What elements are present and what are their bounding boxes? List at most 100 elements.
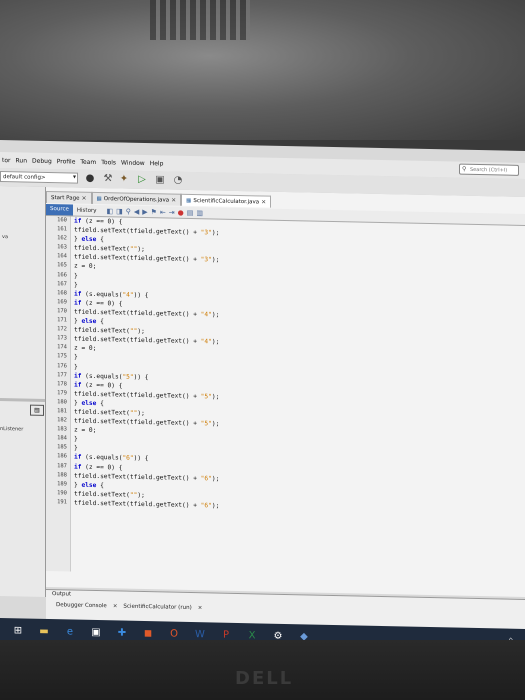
close-icon[interactable]: × — [113, 603, 118, 609]
store-icon[interactable]: ▣ — [90, 627, 102, 639]
search-input[interactable]: ⚲ Search (Ctrl+I) — [459, 163, 519, 176]
navigator-icon[interactable]: ▤ — [30, 404, 44, 416]
clean-build-icon[interactable]: ✦ — [118, 173, 130, 185]
code-editor: Start Page × ▦ OrderOfOperations.java × … — [46, 186, 525, 597]
toggle-bookmark-icon[interactable]: ⚑ — [151, 208, 157, 216]
photo-background — [0, 0, 525, 140]
line-number: 171 — [57, 317, 67, 324]
code-text: z = 0; — [74, 426, 97, 435]
shift-left-icon[interactable]: ⇤ — [160, 208, 166, 216]
close-icon[interactable]: × — [261, 198, 266, 205]
line-number: 182 — [57, 417, 67, 424]
line-number: 179 — [57, 389, 67, 397]
line-number: 188 — [57, 471, 67, 479]
line-number: 178 — [57, 380, 67, 388]
menu-item-tools[interactable]: Tools — [101, 159, 116, 166]
history-tab[interactable]: History — [73, 207, 101, 214]
line-number: 169 — [57, 299, 67, 306]
find-prev-icon[interactable]: ◀ — [134, 207, 139, 215]
line-number: 190 — [57, 490, 67, 497]
debug-icon[interactable]: ▣ — [154, 174, 166, 186]
tab-start-page[interactable]: Start Page × — [46, 190, 92, 204]
line-number: 168 — [57, 289, 67, 297]
file-explorer-icon[interactable]: ▬ — [38, 626, 50, 638]
line-number: 164 — [57, 253, 67, 260]
panel-divider[interactable] — [0, 398, 45, 402]
line-number: 175 — [57, 353, 67, 360]
line-number: 172 — [57, 326, 67, 333]
tab-order-of-operations[interactable]: ▦ OrderOfOperations.java × — [91, 191, 182, 206]
chevron-down-icon: ▾ — [72, 173, 76, 181]
uncomment-icon[interactable]: ▥ — [196, 209, 203, 217]
tab-label: Start Page — [51, 194, 80, 202]
hammer-icon[interactable]: ⚒ — [102, 173, 114, 185]
java-file-icon: ▦ — [96, 195, 102, 202]
line-number: 166 — [57, 271, 67, 278]
close-icon[interactable]: × — [82, 195, 87, 202]
output-title[interactable]: Output — [52, 591, 71, 597]
find-next-icon[interactable]: ▶ — [142, 207, 147, 215]
code-text: } — [74, 272, 78, 280]
editor-toolbar-icons: ◧ ◨ ⚲ ◀ ▶ ⚑ ⇤ ⇥ ● ▤ ▥ — [106, 207, 203, 217]
find-icon[interactable]: ⚲ — [126, 207, 131, 215]
back-icon[interactable]: ◧ — [106, 207, 113, 215]
tab-run-output[interactable]: ScientificCalculator (run) — [123, 604, 191, 611]
line-number: 174 — [57, 344, 67, 351]
line-number: 163 — [57, 244, 67, 251]
office-icon[interactable]: O — [168, 629, 180, 641]
search-placeholder: Search (Ctrl+I) — [470, 166, 508, 174]
menu-item-run[interactable]: Run — [16, 157, 28, 164]
settings-icon[interactable]: ● — [84, 173, 96, 185]
config-value: default config> — [3, 173, 46, 181]
comment-icon[interactable]: ▤ — [187, 208, 194, 216]
tab-scientific-calculator[interactable]: ▦ ScientificCalculator.java × — [181, 193, 272, 208]
tab-debugger-console[interactable]: Debugger Console — [56, 602, 107, 609]
java-file-icon: ▦ — [186, 197, 192, 204]
output-tabs: Debugger Console × ScientificCalculator … — [56, 602, 202, 611]
menu-item-editor[interactable]: tor — [2, 157, 11, 164]
code-text: } — [74, 444, 78, 452]
code-area[interactable]: 160 if (z == 0) {161 tfield.setText(tfield… — [46, 216, 525, 517]
menu-item-help[interactable]: Help — [150, 160, 164, 167]
edge-icon[interactable]: e — [64, 626, 76, 638]
line-number: 177 — [57, 371, 67, 378]
line-number: 160 — [57, 217, 67, 224]
shift-right-icon[interactable]: ⇥ — [169, 208, 175, 216]
code-text: } — [74, 281, 78, 289]
menu-item-debug[interactable]: Debug — [32, 157, 52, 164]
menu-item-team[interactable]: Team — [80, 158, 96, 165]
line-number: 162 — [57, 235, 67, 242]
run-icon[interactable]: ▷ — [136, 174, 148, 186]
forward-icon[interactable]: ◨ — [116, 207, 123, 215]
app-icon[interactable]: ◼ — [142, 628, 154, 640]
line-number: 165 — [57, 262, 67, 269]
close-icon[interactable]: × — [171, 197, 176, 204]
line-number: 184 — [57, 435, 67, 442]
tab-label: ScientificCalculator.java — [193, 197, 260, 205]
line-number: 191 — [57, 499, 67, 506]
source-tab[interactable]: Source — [46, 203, 73, 216]
line-number: 173 — [57, 335, 67, 342]
code-text: } — [74, 353, 78, 362]
line-number: 186 — [57, 453, 67, 460]
menu-item-profile[interactable]: Profile — [57, 158, 76, 165]
tab-label: OrderOfOperations.java — [103, 195, 170, 204]
line-number: 170 — [57, 308, 67, 315]
shield-icon[interactable]: ✚ — [116, 627, 128, 639]
code-text: } — [74, 363, 78, 371]
line-number: 176 — [57, 362, 67, 369]
navigator-panel-label: nListener — [0, 426, 24, 433]
code-text: z = 0; — [74, 344, 97, 353]
laptop-screen: tor Run Debug Profile Team Tools Window … — [0, 140, 525, 655]
stop-macro-icon[interactable]: ● — [178, 208, 184, 216]
close-icon[interactable]: × — [198, 605, 203, 611]
code-text: } — [74, 435, 78, 443]
profile-icon[interactable]: ◔ — [172, 175, 184, 187]
projects-panel: va ▤ nListener — [0, 186, 46, 597]
line-number: 180 — [57, 399, 67, 406]
task-view-icon[interactable]: ⊞ — [12, 625, 24, 637]
menu-item-window[interactable]: Window — [121, 159, 145, 166]
search-icon: ⚲ — [462, 165, 467, 173]
config-select[interactable]: default config> ▾ — [0, 171, 78, 184]
line-number: 161 — [57, 226, 67, 233]
